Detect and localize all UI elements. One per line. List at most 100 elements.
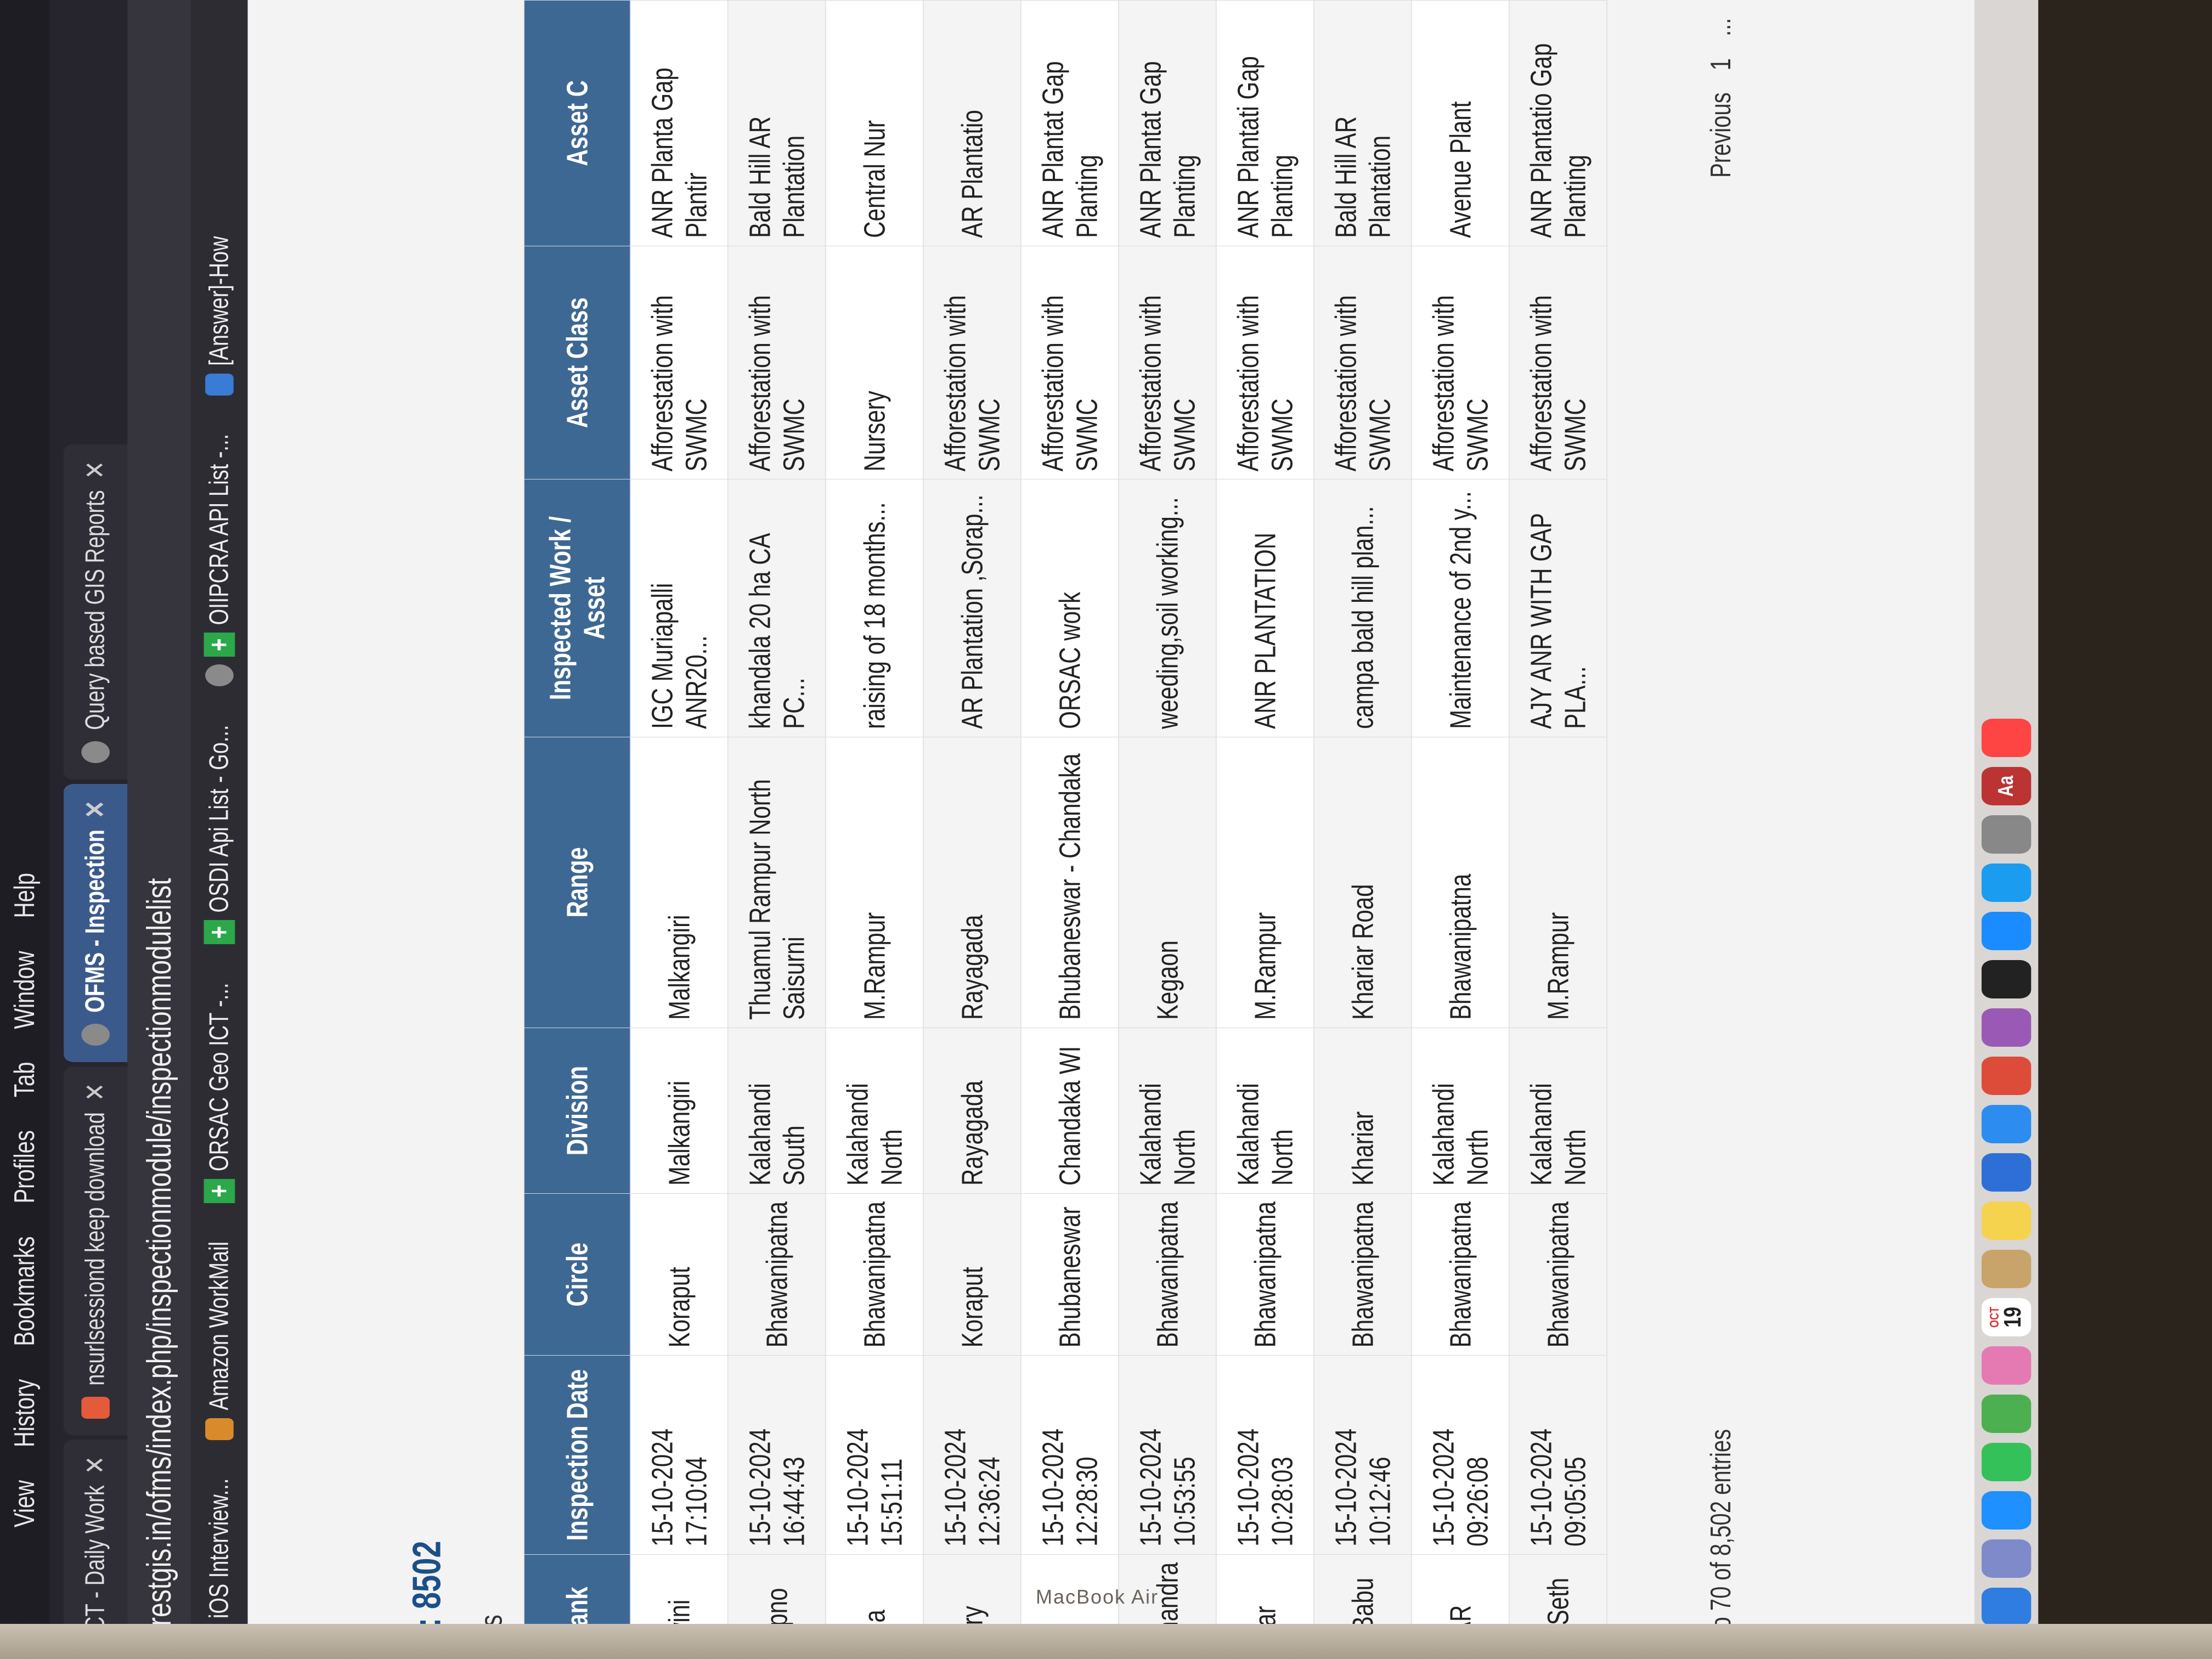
table-cell: weeding,soil working... xyxy=(1118,479,1216,737)
bookmark-ios-interview[interactable]: 0+ iOS Interview... xyxy=(204,1479,234,1648)
table-cell: Chandaka WI xyxy=(1020,1028,1119,1194)
table-row[interactable]: khar15-10-2024 10:28:03BhawanipatnaKalah… xyxy=(1216,0,1314,1659)
menu-bookmarks[interactable]: Bookmarks xyxy=(9,1237,41,1346)
table-cell: IGC Muriapalli ANR20... xyxy=(630,479,728,737)
terminal-icon[interactable] xyxy=(1982,960,2032,998)
table-cell: Rayagada xyxy=(923,1028,1021,1194)
table-cell: Malkangiri xyxy=(630,737,728,1028)
bookmark-answer[interactable]: [Answer]-How xyxy=(204,236,234,396)
col-asset-c[interactable]: Asset C xyxy=(524,0,630,246)
table-row[interactable]: n Babu 15-10-2024 10:12:46 Bhawanipatna Kha… xyxy=(1313,0,1412,1659)
table-cell: Afforestation with SWMC xyxy=(1509,246,1607,479)
table-cell: Kalahandi North xyxy=(1118,1028,1216,1194)
menu-bar: View History Bookmarks Profiles Tab Wind… xyxy=(0,0,50,1659)
menu-window[interactable]: Window xyxy=(9,951,41,1029)
table-cell: Afforestation with SWMC xyxy=(1216,246,1314,479)
bookmark-label: 0+ iOS Interview... xyxy=(204,1478,234,1648)
table-row[interactable]: VAR15-10-2024 09:26:08BhawanipatnaKalaha… xyxy=(1411,0,1509,1659)
table-cell: ANR Plantati Gap Planting xyxy=(1216,0,1314,246)
launchpad-icon[interactable] xyxy=(1982,1539,2032,1578)
col-inspection-date[interactable]: Inspection Date xyxy=(524,1355,630,1555)
col-asset-class[interactable]: Asset Class xyxy=(524,246,630,479)
table-cell: khandala 20 ha CA PC... xyxy=(727,479,826,737)
tab-nsurlsession[interactable]: nsurlsessiond keep download ✕ xyxy=(64,1066,128,1435)
col-division[interactable]: Division xyxy=(524,1028,630,1194)
system-settings-icon[interactable] xyxy=(1982,815,2032,854)
table-row[interactable]: hary15-10-2024 12:36:24KoraputRayagadaRa… xyxy=(923,0,1021,1659)
menu-history[interactable]: History xyxy=(9,1379,41,1447)
tab-ofms-inspection[interactable]: OFMS - Inspection ✕ xyxy=(64,783,128,1062)
table-cell: ANR Plantat Gap Planting xyxy=(1020,0,1119,246)
plus-icon: + xyxy=(204,920,235,945)
notes-icon[interactable] xyxy=(1982,1201,2032,1240)
finder-icon[interactable] xyxy=(1982,1588,2032,1626)
app-store-icon[interactable] xyxy=(1982,912,2032,950)
plus-icon: + xyxy=(204,1178,235,1203)
close-icon[interactable]: ✕ xyxy=(79,1456,111,1475)
close-icon[interactable]: ✕ xyxy=(79,1083,111,1102)
col-range[interactable]: Range xyxy=(524,737,630,1028)
maps-icon[interactable] xyxy=(1982,1395,2032,1433)
table-cell: Bald Hill AR Plantation xyxy=(727,0,826,246)
table-cell: ANR PLANTATION xyxy=(1216,479,1314,737)
table-row[interactable]: h. Seth 15-10-2024 09:05:05 Bhawanipatna Ka… xyxy=(1509,0,1607,1659)
table-cell: Bhawanipatna xyxy=(1509,1193,1607,1356)
close-icon[interactable]: ✕ xyxy=(79,461,111,479)
calendar-icon[interactable]: OCT 19 xyxy=(1982,1298,2032,1336)
chrome-icon[interactable] xyxy=(1982,1057,2032,1095)
table-cell: Nursery xyxy=(825,246,923,479)
vscode-icon[interactable] xyxy=(1982,864,2032,902)
tab-label: CT - Daily Work xyxy=(80,1485,110,1632)
simulator-icon[interactable] xyxy=(1982,1105,2032,1143)
menu-view[interactable]: View xyxy=(9,1480,41,1527)
screen-capture: View History Bookmarks Profiles Tab Wind… xyxy=(0,0,2039,1659)
col-circle[interactable]: Circle xyxy=(524,1193,630,1356)
table-cell: 15-10-2024 10:53:55 xyxy=(1118,1355,1216,1555)
menu-tab[interactable]: Tab xyxy=(9,1062,41,1098)
globe-icon xyxy=(81,1023,110,1046)
tab-daily-work[interactable]: CT - Daily Work ✕ xyxy=(64,1439,128,1648)
messages-icon[interactable] xyxy=(1982,1443,2032,1481)
table-cell: Afforestation with SWMC xyxy=(1313,246,1412,479)
podcasts-icon[interactable] xyxy=(1982,1008,2032,1047)
table-row[interactable]: Sha15-10-2024 15:51:11BhawanipatnaKalaha… xyxy=(825,0,923,1659)
col-inspected-work[interactable]: Inspected Work / Asset xyxy=(524,479,630,737)
table-cell: Bhubaneswar - Chandaka xyxy=(1020,737,1119,1028)
bookmark-osdi[interactable]: + OSDI Api List - Go... xyxy=(204,725,235,945)
page-button[interactable]: 1 xyxy=(1706,58,1737,70)
contacts-icon[interactable] xyxy=(1982,1250,2032,1288)
tab-gis-reports[interactable]: Query based GIS Reports ✕ xyxy=(64,444,128,780)
xcode-icon[interactable] xyxy=(1982,1153,2032,1192)
bookmark-orsac[interactable]: + ORSAC Geo ICT -... xyxy=(204,983,235,1203)
table-cell: Bhawanipatna xyxy=(1411,737,1509,1028)
table-cell: Bhawanipatna xyxy=(727,1193,826,1356)
table-cell: M.Rampur xyxy=(1216,737,1314,1028)
inspection-table: ank Inspection Date Circle Division Rang… xyxy=(523,0,1607,1659)
table-cell: M.Rampur xyxy=(1509,737,1607,1028)
previous-button[interactable]: Previous xyxy=(1706,92,1737,178)
table-cell: Khariar xyxy=(1313,1028,1412,1194)
more-pages[interactable]: ... xyxy=(1706,18,1737,36)
table-row[interactable]: Topno 15-10-2024 16:44:43 Bhawanipatna Kala… xyxy=(727,0,826,1659)
table-cell: 15-10-2024 10:28:03 xyxy=(1216,1355,1314,1555)
dictionary-icon[interactable]: Aa xyxy=(1982,767,2032,805)
bookmark-amazon-workmail[interactable]: Amazon WorkMail xyxy=(204,1242,234,1440)
table-row[interactable]: Chandra 15-10-2024 10:53:55 Bhawanipatna Ka… xyxy=(1118,0,1216,1659)
table-cell: Afforestation with SWMC xyxy=(727,246,826,479)
close-icon[interactable]: ✕ xyxy=(79,800,111,819)
workmail-icon xyxy=(205,1418,234,1440)
table-row[interactable]: 15-10-2024 12:28:30 Bhubaneswar Chandaka W… xyxy=(1020,0,1119,1659)
table-row[interactable]: swini15-10-2024 17:10:04KoraputMalkangir… xyxy=(630,0,728,1659)
table-cell: AJY ANR WITH GAP PLA... xyxy=(1509,479,1607,737)
address-bar[interactable]: forestgis.in/ofms/index.php/inspectionmo… xyxy=(127,0,191,1659)
table-cell: AR Plantation ,Sorap... xyxy=(923,479,1021,737)
table-cell: Afforestation with SWMC xyxy=(923,246,1021,479)
table-cell: 15-10-2024 10:12:46 xyxy=(1313,1355,1412,1555)
menu-help[interactable]: Help xyxy=(9,873,41,918)
music-icon[interactable] xyxy=(1982,719,2032,757)
table-cell: Bhawanipatna xyxy=(1411,1193,1509,1356)
safari-icon[interactable] xyxy=(1982,1491,2032,1530)
photos-icon[interactable] xyxy=(1982,1346,2032,1385)
menu-profiles[interactable]: Profiles xyxy=(9,1130,41,1203)
bookmark-oiipcra[interactable]: + OIIPCRA API List -... xyxy=(204,434,235,687)
